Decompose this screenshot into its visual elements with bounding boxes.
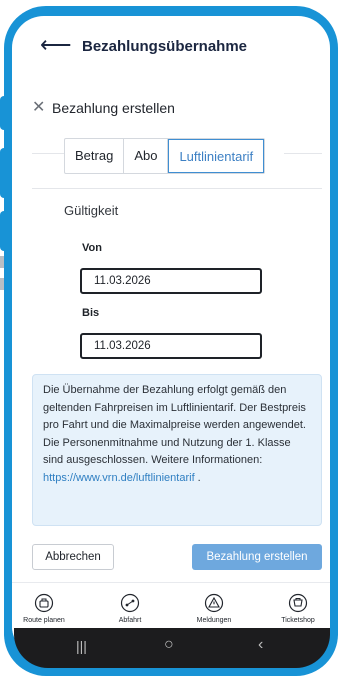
recent-apps-icon[interactable]: |||: [76, 638, 87, 654]
system-navigation-bar: ||| ○ ‹: [14, 628, 330, 668]
nav-label-meldungen: Meldungen: [196, 617, 232, 624]
close-icon[interactable]: ✕: [32, 100, 45, 116]
ticketshop-icon: [288, 593, 308, 613]
nav-ticketshop[interactable]: Ticketshop: [268, 593, 328, 624]
tab-abo[interactable]: Abo: [124, 139, 169, 173]
from-label: Von: [82, 242, 102, 254]
cancel-button[interactable]: Abbrechen: [32, 544, 114, 570]
home-icon[interactable]: ○: [164, 636, 174, 654]
phone-side-button: [0, 148, 10, 198]
page-title: Bezahlungsübernahme: [82, 38, 248, 55]
alert-icon: [204, 593, 224, 613]
info-text: Die Übernahme der Bezahlung erfolgt gemä…: [43, 384, 306, 466]
tariff-tabs: Betrag Abo Luftlinientarif: [64, 138, 266, 174]
divider: [32, 188, 322, 189]
nav-route-planen[interactable]: Route planen: [14, 593, 74, 624]
nav-label-route: Route planen: [23, 617, 65, 624]
divider: [32, 153, 64, 154]
departure-icon: [120, 593, 140, 613]
create-payment-button[interactable]: Bezahlung erstellen: [192, 544, 322, 570]
nav-abfahrt[interactable]: Abfahrt: [100, 593, 160, 624]
phone-frame: ⟵ Bezahlungsübernahme ✕ Bezahlung erstel…: [0, 6, 338, 676]
nav-meldungen[interactable]: Meldungen: [184, 593, 244, 624]
divider: [284, 153, 322, 154]
info-suffix: .: [194, 471, 201, 484]
route-icon: [34, 593, 54, 613]
arrow-left-icon[interactable]: ⟵: [40, 34, 72, 56]
info-link[interactable]: https://www.vrn.de/luftlinientarif: [43, 472, 195, 484]
nav-label-ticketshop: Ticketshop: [281, 617, 315, 624]
nav-label-abfahrt: Abfahrt: [118, 617, 142, 624]
tab-luftlinientarif[interactable]: Luftlinientarif: [168, 139, 265, 173]
back-icon[interactable]: ‹: [258, 636, 263, 654]
to-label: Bis: [82, 307, 100, 319]
phone-side-button: [0, 211, 10, 251]
from-date-input[interactable]: [80, 268, 262, 294]
to-date-input[interactable]: [80, 333, 262, 359]
phone-side-button: [0, 96, 10, 130]
app-header: ⟵ Bezahlungsübernahme: [12, 16, 330, 74]
info-box: Die Übernahme der Bezahlung erfolgt gemä…: [32, 374, 322, 526]
tab-betrag[interactable]: Betrag: [65, 139, 125, 173]
validity-label: Gültigkeit: [64, 203, 119, 218]
modal-title: Bezahlung erstellen: [52, 100, 175, 116]
app-screen: ⟵ Bezahlungsübernahme ✕ Bezahlung erstel…: [12, 16, 330, 656]
